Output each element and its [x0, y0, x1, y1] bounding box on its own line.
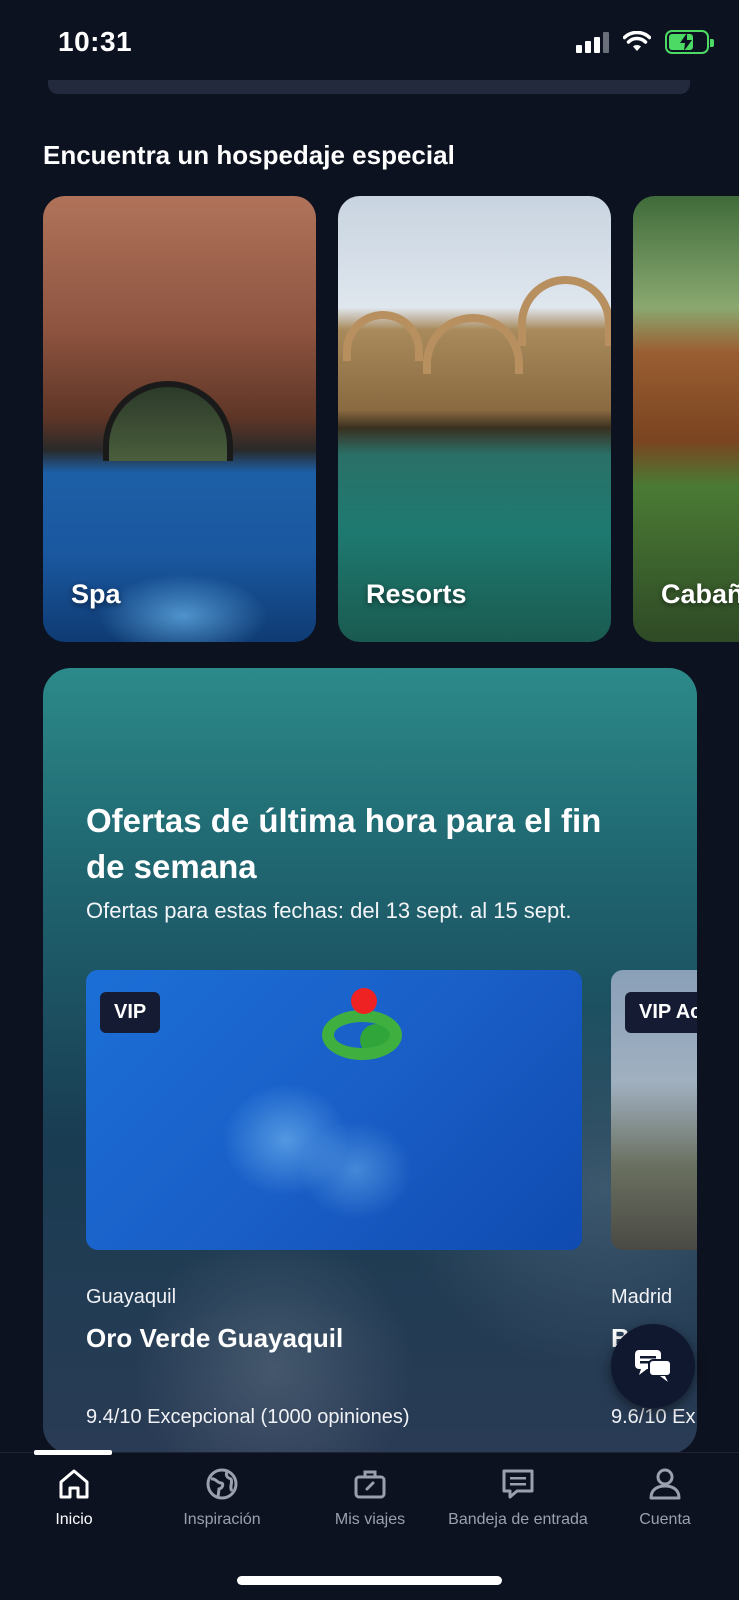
- wifi-icon: [623, 31, 651, 51]
- vip-badge: VIP Ac: [625, 992, 697, 1033]
- deal-city: Madrid: [611, 1286, 673, 1308]
- nav-label: Inicio: [55, 1511, 93, 1528]
- suitcase-icon: [354, 1470, 386, 1499]
- deal-rating: 9.4/10 Excepcional (1000 opiniones): [86, 1406, 410, 1428]
- cellular-signal-icon: [576, 31, 609, 53]
- resort-roof: [518, 276, 611, 346]
- stay-card-resorts[interactable]: Resorts: [338, 196, 611, 642]
- chat-icon: [635, 1350, 672, 1382]
- deal-city: Guayaquil: [86, 1286, 177, 1308]
- home-indicator: [237, 1576, 502, 1585]
- account-icon: [649, 1468, 681, 1500]
- stay-card-cabins[interactable]: Cabañ: [633, 196, 739, 642]
- status-icons: [576, 30, 714, 54]
- offers-subtitle: Ofertas para estas fechas: del 13 sept. …: [86, 898, 572, 923]
- special-stays-title: Encuentra un hospedaje especial: [43, 140, 455, 170]
- battery-icon: [665, 30, 714, 54]
- home-icon: [59, 1469, 89, 1499]
- stay-card-spa[interactable]: Spa: [43, 196, 316, 642]
- stay-card-label: Cabañ: [661, 579, 739, 609]
- stay-card-label: Resorts: [366, 579, 467, 609]
- deal-rating: 9.6/10 Ex: [611, 1406, 696, 1428]
- globe-icon: [206, 1468, 238, 1500]
- deal-card[interactable]: VIP Guayaquil Oro Verde Guayaquil 9.4/10…: [86, 970, 582, 1429]
- deal-name: Oro Verde Guayaquil: [86, 1323, 344, 1353]
- nav-item-inspiracion[interactable]: Inspiración: [148, 1467, 296, 1529]
- nav-label: Cuenta: [639, 1511, 691, 1528]
- nav-item-bandeja[interactable]: Bandeja de entrada: [444, 1467, 592, 1529]
- nav-label: Inspiración: [183, 1511, 261, 1528]
- offers-title: Ofertas de última hora para el fin de se…: [86, 802, 602, 885]
- stay-card-label: Spa: [71, 579, 121, 609]
- nav-label: Mis viajes: [334, 1511, 406, 1528]
- nav-item-mis-viajes[interactable]: Mis viajes: [296, 1467, 444, 1529]
- search-panel-edge: [48, 80, 690, 94]
- pool-float: [322, 1010, 402, 1060]
- status-time: 10:31: [58, 26, 133, 57]
- status-bar: 10:31: [0, 0, 739, 90]
- last-minute-offers-card: Ofertas de última hora para el fin de se…: [43, 668, 697, 1454]
- swimmer-hat: [351, 988, 377, 1014]
- chat-button[interactable]: [611, 1324, 695, 1408]
- active-tab-indicator: [34, 1450, 112, 1455]
- inbox-icon: [502, 1469, 534, 1499]
- deal-image: VIP: [86, 970, 582, 1250]
- nav-item-cuenta[interactable]: Cuenta: [591, 1467, 739, 1529]
- spa-image-arch: [103, 381, 233, 461]
- vip-badge: VIP: [100, 992, 161, 1033]
- deal-image: VIP Ac: [611, 970, 697, 1250]
- special-stays-carousel[interactable]: Spa Resorts Cabañ: [43, 196, 739, 642]
- nav-item-inicio[interactable]: Inicio: [0, 1467, 148, 1529]
- resort-roof: [343, 311, 423, 361]
- nav-label: Bandeja de entrada: [448, 1511, 588, 1528]
- resort-roof: [423, 314, 523, 374]
